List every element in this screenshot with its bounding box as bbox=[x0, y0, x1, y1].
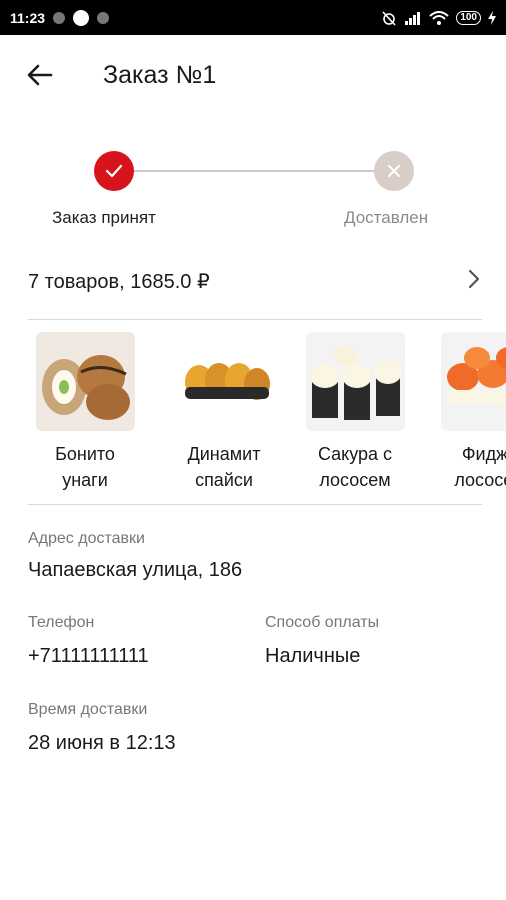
address-value: Чапаевская улица, 186 bbox=[28, 559, 243, 581]
divider bbox=[28, 319, 482, 320]
product-image bbox=[174, 332, 274, 431]
product-image bbox=[35, 332, 135, 431]
step-accepted-label: Заказ принят bbox=[52, 208, 156, 227]
product-list: Бонито унаги Динамит спайси Сакура с лос… bbox=[0, 332, 506, 497]
status-time: 11:23 bbox=[10, 9, 46, 26]
close-icon bbox=[388, 165, 400, 177]
product-image bbox=[440, 332, 506, 431]
payment-label: Способ оплаты bbox=[265, 614, 380, 631]
product-item[interactable]: Бонито унаги bbox=[25, 332, 145, 493]
back-button[interactable] bbox=[22, 57, 58, 93]
product-name: Бонито унаги bbox=[55, 444, 115, 490]
product-name: Динамит спайси bbox=[187, 444, 261, 490]
product-name: Сакура с лососем bbox=[317, 444, 393, 490]
page-title: Заказ №1 bbox=[103, 61, 217, 89]
wifi-icon bbox=[429, 10, 449, 25]
delivery-time-label: Время доставки bbox=[28, 701, 148, 718]
phone-value: +71111111111 bbox=[28, 645, 149, 667]
app-bar: Заказ №1 bbox=[0, 35, 506, 117]
charging-icon bbox=[488, 10, 496, 25]
notification-icon bbox=[73, 9, 90, 26]
step-delivered-indicator bbox=[374, 151, 414, 191]
step-accepted-indicator bbox=[94, 151, 134, 191]
order-summary-row[interactable]: 7 товаров, 1685.0 ₽ bbox=[0, 258, 506, 302]
product-item[interactable]: Сакура с лососем bbox=[295, 332, 415, 493]
status-bar: 11:23 100 bbox=[0, 0, 506, 35]
arrow-left-icon bbox=[27, 64, 53, 86]
alarm-off-icon bbox=[382, 10, 396, 26]
progress-line bbox=[114, 170, 394, 172]
payment-value: Наличные bbox=[265, 645, 361, 667]
divider bbox=[28, 504, 482, 505]
phone-label: Телефон bbox=[28, 614, 95, 631]
product-image bbox=[305, 332, 405, 431]
chevron-right-icon bbox=[468, 269, 480, 289]
check-icon bbox=[105, 164, 123, 178]
step-delivered-label: Доставлен bbox=[344, 208, 429, 227]
address-label: Адрес доставки bbox=[28, 530, 145, 547]
product-name: Фиджи лососем bbox=[454, 444, 506, 490]
battery-icon: 100 bbox=[456, 10, 481, 25]
product-item[interactable]: Фиджи лососем bbox=[430, 332, 506, 493]
product-item[interactable]: Динамит спайси bbox=[164, 332, 284, 493]
notification-icon bbox=[97, 11, 110, 24]
order-progress: Заказ принят Доставлен bbox=[0, 148, 506, 238]
order-summary-text: 7 товаров, 1685.0 ₽ bbox=[28, 271, 210, 293]
delivery-time-value: 28 июня в 12:13 bbox=[28, 732, 176, 754]
signal-icon bbox=[405, 11, 421, 25]
notification-icon bbox=[53, 11, 66, 24]
